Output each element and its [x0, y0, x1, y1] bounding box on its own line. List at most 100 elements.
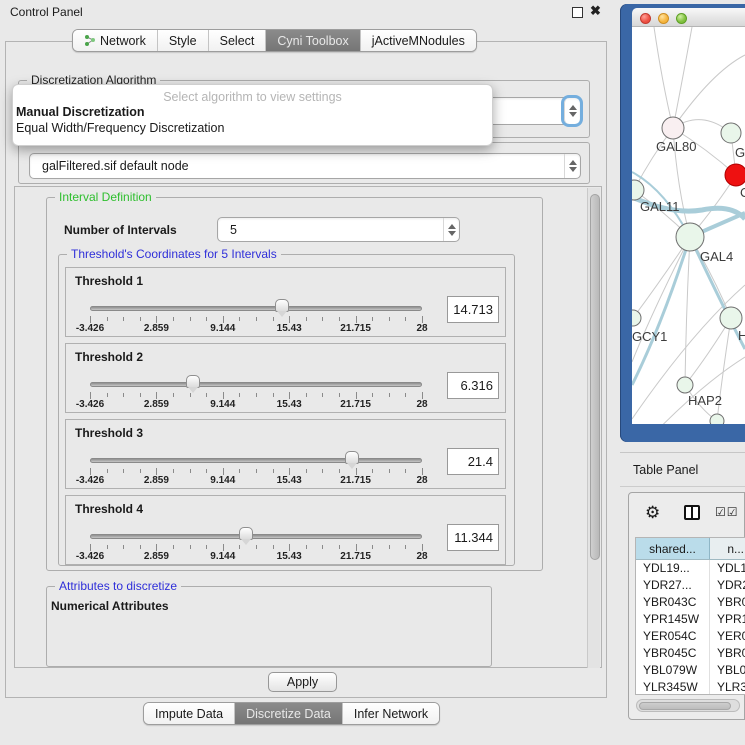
- tab-label: Style: [169, 34, 197, 48]
- zoom-traffic-light-icon[interactable]: [676, 13, 687, 24]
- table-row[interactable]: YBL079WYBL0...: [636, 662, 745, 679]
- num-intervals-combobox[interactable]: 5: [217, 217, 460, 242]
- network-node-gcy1[interactable]: [632, 310, 641, 326]
- arrow-down-icon: [569, 167, 577, 172]
- arrow-up-icon: [569, 160, 577, 165]
- tab-jactivemnodules[interactable]: jActiveMNodules: [361, 30, 476, 51]
- table-row[interactable]: YDR27...YDR2...: [636, 577, 745, 594]
- node-label: H: [738, 328, 745, 343]
- node-label: GAL4: [700, 249, 733, 264]
- slider-track[interactable]: [90, 534, 422, 539]
- tab-select[interactable]: Select: [209, 30, 267, 51]
- table-header-row: shared...n...: [636, 538, 745, 560]
- table-row[interactable]: YBR045CYBR0...: [636, 645, 745, 662]
- threshold-slider-3[interactable]: -3.4262.8599.14415.4321.71528: [90, 454, 422, 484]
- slider-track[interactable]: [90, 306, 422, 311]
- slider-track[interactable]: [90, 458, 422, 463]
- dropdown-placeholder-item[interactable]: Select algorithm to view settings: [13, 90, 492, 104]
- slider-thumb[interactable]: [275, 299, 289, 312]
- column-header[interactable]: n...: [710, 538, 745, 559]
- dropdown-item-equal-width[interactable]: Equal Width/Frequency Discretization: [13, 120, 492, 136]
- network-node-gal4[interactable]: [676, 223, 704, 251]
- choose-columns-icon[interactable]: [684, 505, 700, 520]
- slider-thumb[interactable]: [345, 451, 359, 464]
- threshold-label: Threshold 2: [75, 350, 143, 364]
- threshold-value-field-3[interactable]: 21.4: [447, 448, 499, 475]
- tick-label: 28: [416, 551, 427, 562]
- network-edge[interactable]: [685, 318, 731, 385]
- threshold-value-field-1[interactable]: 14.713: [447, 296, 499, 323]
- top-tab-bar: Network Style Select Cyni ToolboxjActiveMNo…: [72, 29, 477, 52]
- tick-label: -3.426: [76, 475, 104, 486]
- network-node-gal11[interactable]: [632, 180, 644, 200]
- table-row[interactable]: YDL19...YDL1...: [636, 560, 745, 577]
- slider-thumb[interactable]: [186, 375, 200, 388]
- table-row[interactable]: YER054CYER0...: [636, 628, 745, 645]
- network-node-gal80[interactable]: [662, 117, 684, 139]
- threshold-label: Threshold 1: [75, 274, 143, 288]
- tab-discretize-data[interactable]: Discretize Data: [235, 703, 343, 724]
- network-node-c[interactable]: [725, 164, 745, 186]
- scrollbar-thumb[interactable]: [639, 702, 731, 710]
- cell-shared-name: YDL19...: [636, 560, 710, 577]
- tab-label: Select: [220, 34, 255, 48]
- network-edge[interactable]: [632, 237, 690, 385]
- cell-name: YDL1...: [710, 560, 745, 577]
- tick-label: 2.859: [144, 323, 169, 334]
- network-canvas[interactable]: GAL80GACGAL11GAL4GCY1HHAP2: [632, 27, 745, 424]
- scrollbar-thumb[interactable]: [590, 194, 600, 560]
- network-node-h[interactable]: [720, 307, 742, 329]
- tab-infer-network[interactable]: Infer Network: [343, 703, 439, 724]
- tab-label: Infer Network: [354, 707, 428, 721]
- network-node-ga[interactable]: [721, 123, 741, 143]
- tick-label: -3.426: [76, 399, 104, 410]
- table-panel: ⚙ ☑☑ shared...n...YDL19...YDL1...YDR27..…: [628, 492, 745, 720]
- cell-name: YBR0...: [710, 594, 745, 611]
- network-window-titlebar[interactable]: [632, 8, 745, 27]
- threshold-slider-1[interactable]: -3.4262.8599.14415.4321.71528: [90, 302, 422, 332]
- table-row[interactable]: YPR145WYPR1...: [636, 611, 745, 628]
- threshold-slider-4[interactable]: -3.4262.8599.14415.4321.71528: [90, 530, 422, 560]
- gear-icon[interactable]: ⚙: [645, 503, 660, 523]
- tab-style[interactable]: Style: [158, 30, 209, 51]
- checkboxes-icon[interactable]: ☑☑: [715, 505, 739, 519]
- network-edge[interactable]: [673, 55, 745, 128]
- slider-track[interactable]: [90, 382, 422, 387]
- network-view-window[interactable]: GAL80GACGAL11GAL4GCY1HHAP2: [620, 4, 745, 442]
- threshold-value-field-2[interactable]: 6.316: [447, 372, 499, 399]
- tick-label: 2.859: [144, 551, 169, 562]
- combo-stepper[interactable]: [564, 154, 580, 178]
- slider-tick-labels: -3.4262.8599.14415.4321.71528: [90, 475, 422, 486]
- column-header[interactable]: shared...: [636, 538, 710, 559]
- node-attribute-table[interactable]: shared...n...YDL19...YDL1...YDR27...YDR2…: [635, 537, 745, 695]
- cell-name: YBL0...: [710, 662, 745, 679]
- table-data-combobox[interactable]: galFiltered.sif default node: [29, 153, 581, 179]
- combo-stepper[interactable]: [564, 98, 580, 124]
- network-edge[interactable]: [685, 237, 690, 385]
- close-icon[interactable]: ✖: [590, 3, 601, 19]
- tab-cyni-toolbox[interactable]: Cyni Toolbox: [266, 30, 360, 51]
- network-edge[interactable]: [654, 27, 673, 128]
- node-label: GAL80: [656, 139, 696, 154]
- horizontal-scrollbar[interactable]: [636, 699, 740, 712]
- minimize-traffic-light-icon[interactable]: [658, 13, 669, 24]
- tab-network[interactable]: Network: [73, 30, 158, 51]
- network-edge[interactable]: [673, 27, 692, 128]
- float-window-icon[interactable]: [572, 7, 583, 18]
- tick-label: 15.43: [277, 399, 302, 410]
- tab-impute-data[interactable]: Impute Data: [144, 703, 235, 724]
- dropdown-item-manual[interactable]: Manual Discretization: [13, 104, 492, 120]
- close-traffic-light-icon[interactable]: [640, 13, 651, 24]
- table-row[interactable]: YBR043CYBR0...: [636, 594, 745, 611]
- slider-thumb[interactable]: [239, 527, 253, 540]
- network-node[interactable]: [710, 414, 724, 424]
- tick-label: 28: [416, 399, 427, 410]
- threshold-slider-2[interactable]: -3.4262.8599.14415.4321.71528: [90, 378, 422, 408]
- network-node-hap2[interactable]: [677, 377, 693, 393]
- network-edge[interactable]: [633, 237, 690, 318]
- table-row[interactable]: YLR345WYLR3...: [636, 679, 745, 695]
- vertical-scrollbar[interactable]: [587, 188, 600, 668]
- apply-button[interactable]: Apply: [268, 672, 337, 692]
- threshold-value-field-4[interactable]: 11.344: [447, 524, 499, 551]
- combo-stepper[interactable]: [443, 218, 459, 241]
